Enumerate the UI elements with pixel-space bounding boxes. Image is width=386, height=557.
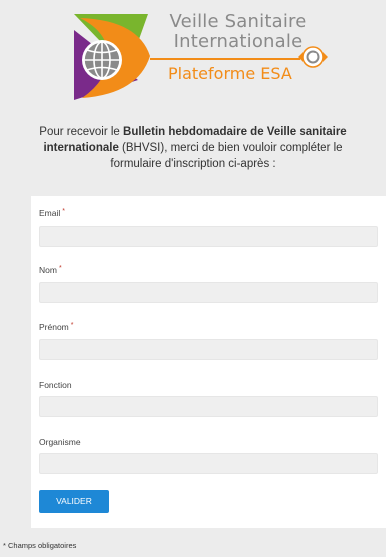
logo-title: Veille Sanitaire Internationale (158, 12, 318, 52)
subscription-page: Veille Sanitaire Internationale Platefor… (0, 0, 386, 557)
organisme-field[interactable] (39, 453, 378, 474)
required-marker: * (62, 208, 65, 215)
fonction-label: Fonction (39, 380, 72, 390)
required-fields-note: * Champs obligatoires (3, 541, 77, 550)
intro-text: Pour recevoir le Bulletin hebdomadaire d… (20, 124, 366, 172)
nom-label-text: Nom (39, 265, 57, 275)
organisme-label: Organisme (39, 437, 81, 447)
globe-logo-icon (74, 14, 150, 100)
nom-label: Nom * (39, 265, 62, 275)
nom-field[interactable] (39, 282, 378, 303)
organisme-label-text: Organisme (39, 437, 81, 447)
logo-title-line1: Veille Sanitaire (169, 11, 307, 32)
required-marker: * (70, 322, 74, 329)
required-marker: * (58, 265, 62, 272)
logo-title-line2: Internationale (173, 31, 303, 52)
fonction-label-text: Fonction (39, 380, 72, 390)
header: Veille Sanitaire Internationale Platefor… (0, 0, 386, 110)
prenom-field[interactable] (39, 339, 378, 360)
intro-part1: Pour recevoir le (39, 126, 124, 138)
email-label: Email * (39, 208, 65, 218)
logo-subtitle: Plateforme ESA (168, 64, 292, 83)
intro-part2: (BHVSI), merci de bien vouloir compléter… (110, 142, 343, 170)
eye-icon (298, 46, 328, 68)
email-field[interactable] (39, 226, 378, 247)
fonction-field[interactable] (39, 396, 378, 417)
logo-underline (150, 58, 300, 60)
prenom-label-text: Prénom (39, 322, 69, 332)
prenom-label: Prénom * (39, 322, 74, 332)
submit-button[interactable]: VALIDER (39, 490, 109, 513)
email-label-text: Email (39, 208, 61, 218)
